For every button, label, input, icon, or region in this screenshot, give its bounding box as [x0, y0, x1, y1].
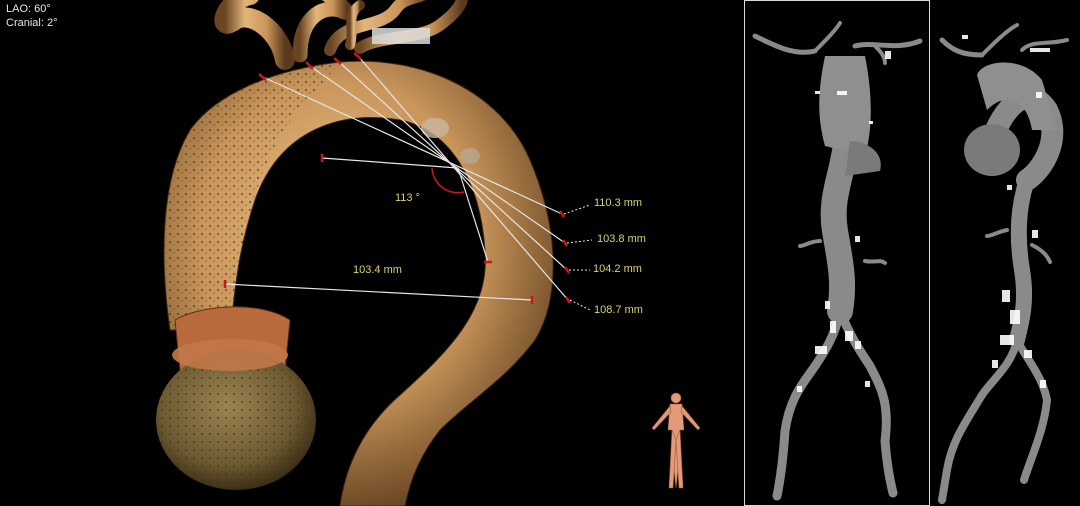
distance-label-4: 108.7 mm	[594, 304, 643, 316]
mip-image-sagittal	[938, 23, 1069, 504]
distance-label-2: 103.8 mm	[597, 233, 646, 245]
label-leaders	[563, 204, 593, 311]
distance-label-main: 103.4 mm	[353, 264, 402, 276]
mip-viewport-sagittal[interactable]	[932, 0, 1080, 506]
distance-label-1: 110.3 mm	[594, 197, 643, 209]
orientation-lao: LAO: 60°	[6, 3, 51, 15]
distance-label-3: 104.2 mm	[593, 263, 642, 275]
aorta-3d-render	[156, 0, 701, 506]
volume-render-viewport[interactable]: LAO: 60° Cranial: 2° 113 ° 103.4 mm 110.…	[0, 0, 740, 506]
mip-viewport-coronal[interactable]	[744, 0, 930, 506]
angle-label: 113 °	[395, 192, 420, 204]
orientation-cranial: Cranial: 2°	[6, 17, 58, 29]
orientation-human-figure-icon	[651, 392, 701, 489]
mip-image-coronal	[752, 21, 923, 501]
calcification-highlight	[372, 28, 430, 44]
